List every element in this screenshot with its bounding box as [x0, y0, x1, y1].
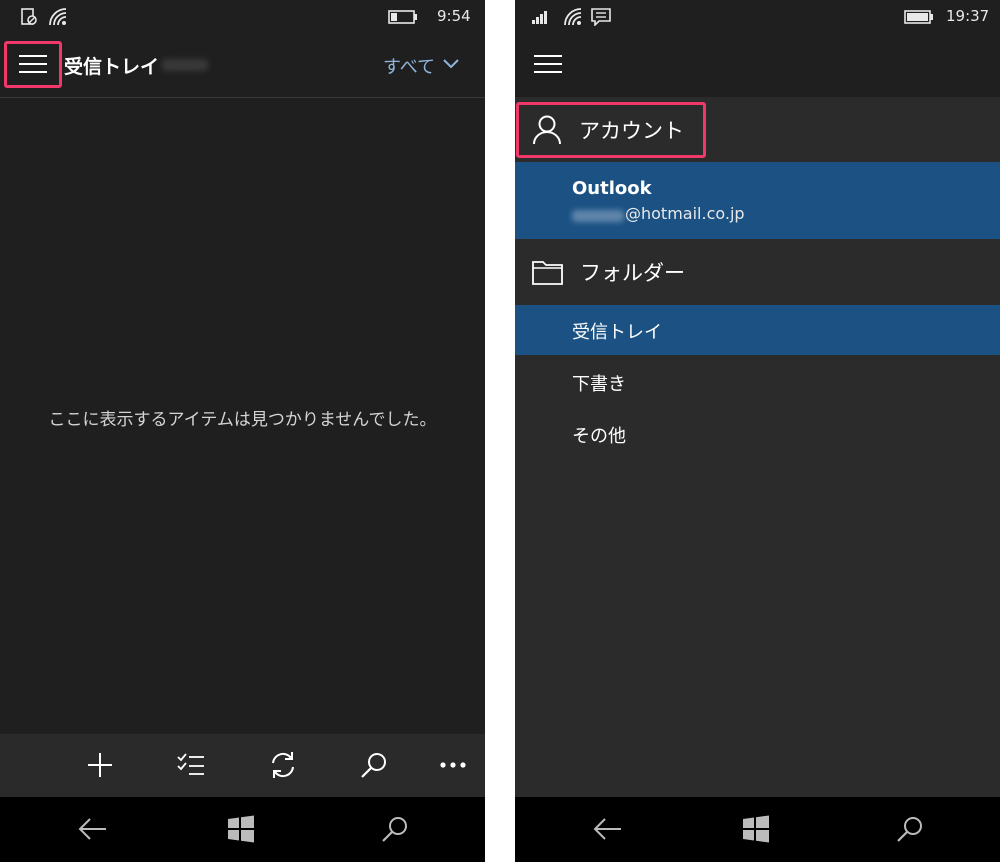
account-email: @hotmail.co.jp — [625, 204, 745, 223]
windows-logo-icon — [228, 815, 254, 843]
back-button[interactable] — [75, 811, 111, 847]
status-bar: 9:54 — [0, 0, 485, 34]
status-bar: 19:37 — [515, 0, 1000, 34]
filter-label: すべて — [383, 57, 436, 78]
sync-button[interactable] — [266, 748, 300, 782]
right-phone-screen: 19:37 アカウント Outlook @hotmail.co.jp フォルダー… — [515, 0, 1000, 862]
empty-message: ここに表示するアイテムは見つかりませんでした。 — [48, 410, 437, 430]
highlight-frame — [516, 102, 706, 158]
back-arrow-icon — [78, 818, 106, 840]
wifi-icon — [564, 8, 582, 26]
app-bar — [0, 734, 485, 797]
chevron-down-icon — [443, 59, 459, 69]
folder-icon — [532, 261, 563, 285]
back-button[interactable] — [590, 811, 626, 847]
header-divider — [0, 97, 485, 98]
battery-icon — [904, 10, 933, 24]
folder-label: 下書き — [572, 374, 626, 395]
redacted-account — [162, 59, 208, 71]
battery-saver-icon — [21, 8, 37, 25]
search-button[interactable] — [357, 748, 391, 782]
select-button[interactable] — [174, 748, 208, 782]
search-icon — [897, 817, 922, 842]
cortana-search-button[interactable] — [892, 811, 928, 847]
folder-item-inbox[interactable]: 受信トレイ — [515, 305, 1000, 355]
select-icon — [177, 753, 204, 775]
back-arrow-icon — [593, 818, 621, 840]
battery-icon — [388, 10, 417, 24]
new-mail-button[interactable] — [83, 748, 117, 782]
more-button[interactable] — [436, 748, 470, 782]
hamburger-icon — [19, 55, 47, 73]
start-button[interactable] — [223, 811, 259, 847]
folder-item-more[interactable]: その他 — [515, 409, 1000, 459]
folder-label: 受信トレイ — [572, 322, 662, 343]
more-icon — [440, 762, 466, 768]
system-nav-bar — [0, 797, 485, 862]
search-icon — [361, 753, 386, 778]
system-nav-bar — [515, 797, 1000, 862]
folder-label: その他 — [572, 426, 626, 447]
redacted-email-user — [572, 210, 624, 222]
start-button[interactable] — [738, 811, 774, 847]
filter-dropdown[interactable]: すべて — [383, 50, 463, 80]
left-phone-screen: 9:54 受信トレイ すべて ここに表示するアイテムは見つかりませんでした。 — [0, 0, 485, 862]
page-title: 受信トレイ — [64, 56, 160, 78]
message-icon — [591, 8, 611, 26]
hamburger-menu-button[interactable] — [12, 45, 54, 83]
add-icon — [88, 753, 112, 777]
clock: 19:37 — [946, 7, 990, 25]
folders-section-button[interactable]: フォルダー — [515, 247, 1000, 297]
windows-logo-icon — [743, 815, 769, 843]
search-icon — [382, 817, 407, 842]
cortana-search-button[interactable] — [377, 811, 413, 847]
hamburger-icon — [534, 55, 562, 73]
account-name: Outlook — [572, 178, 652, 199]
sync-icon — [272, 752, 294, 778]
signal-icon — [532, 11, 547, 24]
folders-section-label: フォルダー — [580, 261, 685, 285]
clock: 9:54 — [437, 7, 471, 25]
wifi-icon — [49, 8, 67, 26]
hamburger-menu-button[interactable] — [527, 45, 569, 83]
account-item-outlook[interactable]: Outlook @hotmail.co.jp — [515, 162, 1000, 239]
folder-item-drafts[interactable]: 下書き — [515, 357, 1000, 407]
